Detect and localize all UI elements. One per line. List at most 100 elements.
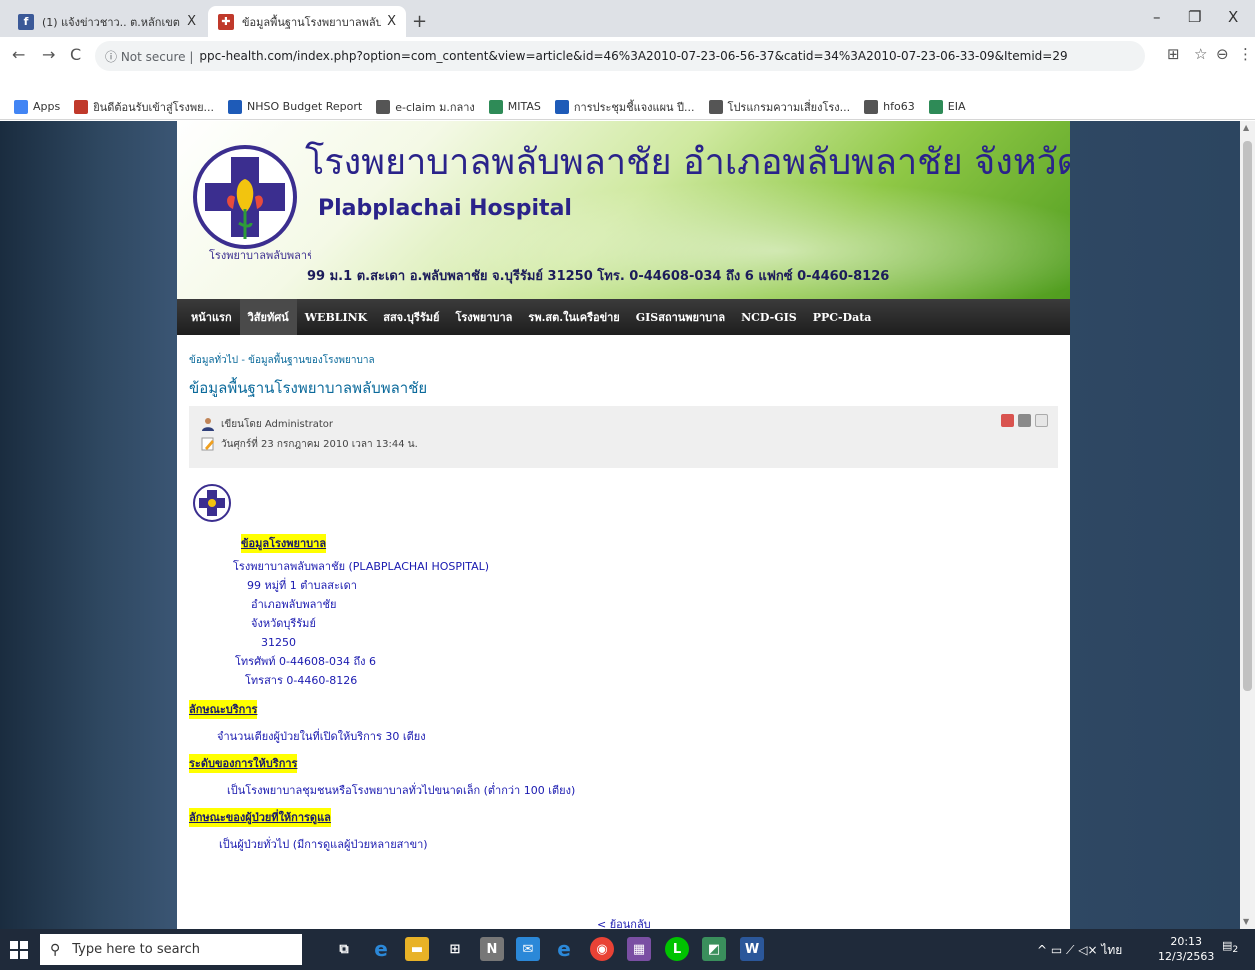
scrollbar-thumb[interactable] xyxy=(1243,141,1252,691)
author-text: เขียนโดย Administrator xyxy=(221,418,334,430)
menu-item[interactable]: NCD-GIS xyxy=(733,299,805,335)
tab-title: (1) แจ้งข่าวชาว.. ต.หลักเขต xyxy=(42,15,180,29)
info-line: โทรสาร 0-4460-8126 xyxy=(245,674,358,687)
profile-icon[interactable]: ⊖ xyxy=(1216,45,1229,63)
menu-item[interactable]: วิสัยทัศน์ xyxy=(239,299,297,335)
close-tab-icon[interactable]: X xyxy=(387,14,396,29)
taskbar-clock[interactable]: 20:13 12/3/2563 xyxy=(1158,934,1214,964)
system-tray[interactable]: ^ ▭ ⟋ ◁× ไทย xyxy=(1037,941,1122,960)
article: ข้อมูลทั่วไป - ข้อมูลพื้นฐานของโรงพยาบาล… xyxy=(177,335,1070,854)
search-placeholder: Type here to search xyxy=(72,942,201,957)
edge-icon[interactable]: e xyxy=(369,937,393,961)
address-bar[interactable]: ⓘ Not secure | ppc-health.com/index.php?… xyxy=(95,41,1145,71)
scroll-up-icon[interactable]: ▲ xyxy=(1243,123,1249,132)
back-button[interactable]: ← xyxy=(12,45,25,64)
info-line: อำเภอพลับพลาชัย xyxy=(251,598,337,611)
bookmark-item[interactable]: โปรแกรมความเสี่ยงโรง... xyxy=(708,98,850,116)
windows-start-icon[interactable] xyxy=(10,941,28,959)
pdf-icon[interactable] xyxy=(1001,414,1014,427)
info-line: 31250 xyxy=(261,636,296,649)
bookmark-item[interactable]: MITAS xyxy=(488,99,541,114)
forward-button[interactable]: → xyxy=(42,45,55,64)
map-app-icon[interactable]: ◩ xyxy=(702,937,726,961)
level-text: เป็นโรงพยาบาลชุมชนหรือโรงพยาบาลทั่วไปขนา… xyxy=(227,784,576,797)
onenote-icon[interactable]: N xyxy=(480,937,504,961)
section-heading-service: ลักษณะบริการ xyxy=(189,700,258,719)
print-icon[interactable] xyxy=(1018,414,1031,427)
calendar-icon xyxy=(554,99,569,114)
app-icon[interactable]: ▦ xyxy=(627,937,651,961)
email-icon[interactable] xyxy=(1035,414,1048,427)
mitas-icon xyxy=(488,99,503,114)
menu-item[interactable]: PPC-Data xyxy=(805,299,880,335)
globe-icon xyxy=(376,99,391,114)
notification-icon[interactable]: ▤2 xyxy=(1222,939,1242,959)
file-explorer-icon[interactable]: ▬ xyxy=(405,937,429,961)
bookmark-label: EIA xyxy=(947,100,966,113)
page-container: โรงพยาบาลพลับพลาชัย โรงพยาบาลพลับพลาชัย … xyxy=(177,121,1070,929)
section-heading-patients: ลักษณะของผู้ป่วยที่ให้การดูแล xyxy=(189,808,331,827)
edit-note-icon xyxy=(201,437,214,451)
task-view-icon[interactable]: ⧉ xyxy=(332,937,356,961)
site-title-thai: โรงพยาบาลพลับพลาชัย อำเภอพลับพลาชัย จังห… xyxy=(305,142,1070,183)
minimize-button[interactable]: – xyxy=(1153,8,1161,26)
bookmark-label: e-claim ม.กลาง xyxy=(395,100,475,114)
new-tab-button[interactable]: + xyxy=(412,11,427,32)
article-title[interactable]: ข้อมูลพื้นฐานโรงพยาบาลพลับพลาชัย xyxy=(189,376,1058,400)
menu-icon[interactable]: ⋮ xyxy=(1238,45,1253,63)
globe-icon xyxy=(708,99,723,114)
bookmark-item[interactable]: การประชุมชี้แจงแผน ปี... xyxy=(554,98,695,116)
bookmark-item[interactable]: Apps xyxy=(14,99,61,114)
bookmark-label: MITAS xyxy=(507,100,541,113)
breadcrumb[interactable]: ข้อมูลทั่วไป - ข้อมูลพื้นฐานของโรงพยาบาล xyxy=(189,353,1058,368)
bookmark-item[interactable]: EIA xyxy=(928,99,966,114)
bookmark-label: การประชุมชี้แจงแผน ปี... xyxy=(573,100,695,114)
site-banner: โรงพยาบาลพลับพลาชัย โรงพยาบาลพลับพลาชัย … xyxy=(177,121,1070,299)
user-icon xyxy=(202,418,214,431)
site-icon xyxy=(74,99,89,114)
close-tab-icon[interactable]: X xyxy=(187,14,196,29)
chrome-icon[interactable]: ◉ xyxy=(590,937,614,961)
maximize-button[interactable]: ❐ xyxy=(1188,8,1201,26)
browser-tab[interactable]: f (1) แจ้งข่าวชาว.. ต.หลักเขต X xyxy=(8,6,206,37)
word-icon[interactable]: W xyxy=(740,937,764,961)
date-text: วันศุกร์ที่ 23 กรกฎาคม 2010 เวลา 13:44 น… xyxy=(221,438,418,450)
apps-grid-icon xyxy=(14,99,28,114)
menu-item[interactable]: WEBLINK xyxy=(297,299,376,335)
back-link[interactable]: < ย้อนกลับ xyxy=(597,915,651,929)
menu-item[interactable]: รพ.สต.ในเครือข่าย xyxy=(520,299,627,335)
page-scrollbar[interactable]: ▲ ▼ xyxy=(1240,121,1255,929)
bookmark-star-icon[interactable]: ☆ xyxy=(1194,45,1207,63)
hospital-favicon: ✚ xyxy=(218,13,234,30)
service-text: จำนวนเตียงผู้ป่วยในที่เปิดให้บริการ 30 เ… xyxy=(217,730,426,743)
menu-item[interactable]: GISสถานพยาบาล xyxy=(628,299,733,335)
reload-button[interactable]: C xyxy=(70,45,81,64)
site-title-english: Plabplachai Hospital xyxy=(318,196,572,221)
scroll-down-icon[interactable]: ▼ xyxy=(1243,917,1249,926)
bookmark-item[interactable]: hfo63 xyxy=(864,99,915,114)
site-address: 99 ม.1 ต.สะเดา อ.พลับพลาชัย จ.บุรีรัมย์ … xyxy=(307,269,890,284)
internet-explorer-icon[interactable]: e xyxy=(552,937,576,961)
line-icon[interactable]: L xyxy=(665,937,689,961)
bookmark-item[interactable]: e-claim ม.กลาง xyxy=(376,98,475,116)
eia-icon xyxy=(928,99,943,114)
notification-count: 2 xyxy=(1232,944,1239,956)
close-window-button[interactable]: X xyxy=(1228,8,1238,26)
taskbar-search[interactable]: ⚲ Type here to search xyxy=(40,934,302,965)
bookmark-label: Apps xyxy=(33,100,61,113)
bookmark-item[interactable]: NHSO Budget Report xyxy=(228,99,362,114)
menu-item[interactable]: หน้าแรก xyxy=(183,299,240,335)
store-icon[interactable]: ⊞ xyxy=(443,937,467,961)
browser-tab-active[interactable]: ✚ ข้อมูลพื้นฐานโรงพยาบาลพลับพลาชัย X xyxy=(208,6,406,37)
logo-text: โรงพยาบาลพลับพลาชัย xyxy=(209,248,311,262)
bookmarks-bar: Apps ยินดีต้อนรับเข้าสู่โรงพย... NHSO Budg… xyxy=(0,94,1255,120)
article-body: ข้อมูลโรงพยาบาล โรงพยาบาลพลับพลาชัย (PLA… xyxy=(189,468,1058,854)
menu-item[interactable]: โรงพยาบาล xyxy=(447,299,520,335)
not-secure-label[interactable]: ⓘ Not secure | xyxy=(105,48,193,65)
mail-icon[interactable]: ✉ xyxy=(516,937,540,961)
bookmark-item[interactable]: ยินดีต้อนรับเข้าสู่โรงพย... xyxy=(74,98,214,116)
translate-icon[interactable]: ⊞ xyxy=(1167,45,1180,63)
globe-icon xyxy=(864,99,879,114)
bookmark-label: ยินดีต้อนรับเข้าสู่โรงพย... xyxy=(93,100,215,114)
menu-item[interactable]: สสจ.บุรีรัมย์ xyxy=(375,299,447,335)
